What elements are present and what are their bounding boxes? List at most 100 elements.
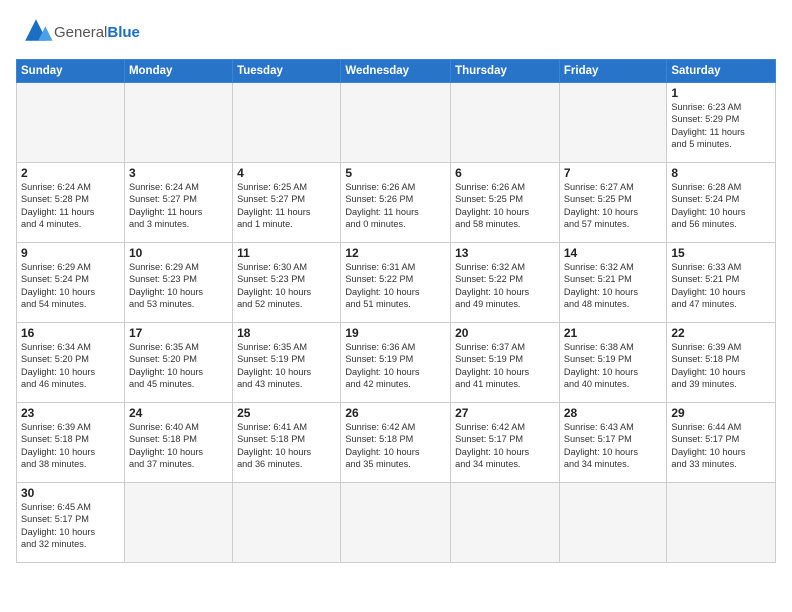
week-row-4: 16Sunrise: 6:34 AM Sunset: 5:20 PM Dayli… — [17, 323, 776, 403]
calendar-table: SundayMondayTuesdayWednesdayThursdayFrid… — [16, 59, 776, 563]
day-info: Sunrise: 6:42 AM Sunset: 5:18 PM Dayligh… — [345, 421, 446, 471]
day-number: 13 — [455, 246, 555, 260]
day-cell: 3Sunrise: 6:24 AM Sunset: 5:27 PM Daylig… — [124, 163, 232, 243]
day-cell — [341, 483, 451, 563]
day-number: 2 — [21, 166, 120, 180]
day-number: 7 — [564, 166, 662, 180]
day-cell: 27Sunrise: 6:42 AM Sunset: 5:17 PM Dayli… — [451, 403, 560, 483]
day-info: Sunrise: 6:44 AM Sunset: 5:17 PM Dayligh… — [671, 421, 771, 471]
day-info: Sunrise: 6:24 AM Sunset: 5:28 PM Dayligh… — [21, 181, 120, 231]
day-cell — [233, 483, 341, 563]
day-number: 20 — [455, 326, 555, 340]
day-cell: 14Sunrise: 6:32 AM Sunset: 5:21 PM Dayli… — [559, 243, 666, 323]
day-cell — [233, 83, 341, 163]
day-number: 14 — [564, 246, 662, 260]
day-cell: 28Sunrise: 6:43 AM Sunset: 5:17 PM Dayli… — [559, 403, 666, 483]
day-cell: 17Sunrise: 6:35 AM Sunset: 5:20 PM Dayli… — [124, 323, 232, 403]
week-row-3: 9Sunrise: 6:29 AM Sunset: 5:24 PM Daylig… — [17, 243, 776, 323]
day-info: Sunrise: 6:39 AM Sunset: 5:18 PM Dayligh… — [21, 421, 120, 471]
day-info: Sunrise: 6:29 AM Sunset: 5:24 PM Dayligh… — [21, 261, 120, 311]
day-cell: 9Sunrise: 6:29 AM Sunset: 5:24 PM Daylig… — [17, 243, 125, 323]
day-cell — [451, 483, 560, 563]
weekday-header-wednesday: Wednesday — [341, 60, 451, 83]
day-number: 22 — [671, 326, 771, 340]
day-info: Sunrise: 6:38 AM Sunset: 5:19 PM Dayligh… — [564, 341, 662, 391]
day-info: Sunrise: 6:43 AM Sunset: 5:17 PM Dayligh… — [564, 421, 662, 471]
day-cell — [124, 83, 232, 163]
day-info: Sunrise: 6:32 AM Sunset: 5:22 PM Dayligh… — [455, 261, 555, 311]
day-cell — [17, 83, 125, 163]
day-info: Sunrise: 6:34 AM Sunset: 5:20 PM Dayligh… — [21, 341, 120, 391]
weekday-header-thursday: Thursday — [451, 60, 560, 83]
day-cell: 10Sunrise: 6:29 AM Sunset: 5:23 PM Dayli… — [124, 243, 232, 323]
day-cell: 8Sunrise: 6:28 AM Sunset: 5:24 PM Daylig… — [667, 163, 776, 243]
day-cell: 29Sunrise: 6:44 AM Sunset: 5:17 PM Dayli… — [667, 403, 776, 483]
week-row-1: 1Sunrise: 6:23 AM Sunset: 5:29 PM Daylig… — [17, 83, 776, 163]
day-cell: 2Sunrise: 6:24 AM Sunset: 5:28 PM Daylig… — [17, 163, 125, 243]
day-number: 9 — [21, 246, 120, 260]
day-info: Sunrise: 6:32 AM Sunset: 5:21 PM Dayligh… — [564, 261, 662, 311]
day-info: Sunrise: 6:45 AM Sunset: 5:17 PM Dayligh… — [21, 501, 120, 551]
day-cell — [559, 83, 666, 163]
day-number: 10 — [129, 246, 228, 260]
day-info: Sunrise: 6:30 AM Sunset: 5:23 PM Dayligh… — [237, 261, 336, 311]
day-number: 5 — [345, 166, 446, 180]
day-cell: 20Sunrise: 6:37 AM Sunset: 5:19 PM Dayli… — [451, 323, 560, 403]
day-number: 27 — [455, 406, 555, 420]
day-cell: 11Sunrise: 6:30 AM Sunset: 5:23 PM Dayli… — [233, 243, 341, 323]
week-row-5: 23Sunrise: 6:39 AM Sunset: 5:18 PM Dayli… — [17, 403, 776, 483]
header: GeneralBlue — [16, 16, 776, 49]
day-cell: 22Sunrise: 6:39 AM Sunset: 5:18 PM Dayli… — [667, 323, 776, 403]
day-cell: 18Sunrise: 6:35 AM Sunset: 5:19 PM Dayli… — [233, 323, 341, 403]
day-cell: 30Sunrise: 6:45 AM Sunset: 5:17 PM Dayli… — [17, 483, 125, 563]
day-number: 17 — [129, 326, 228, 340]
day-cell: 15Sunrise: 6:33 AM Sunset: 5:21 PM Dayli… — [667, 243, 776, 323]
day-info: Sunrise: 6:29 AM Sunset: 5:23 PM Dayligh… — [129, 261, 228, 311]
day-info: Sunrise: 6:27 AM Sunset: 5:25 PM Dayligh… — [564, 181, 662, 231]
day-cell: 26Sunrise: 6:42 AM Sunset: 5:18 PM Dayli… — [341, 403, 451, 483]
day-number: 18 — [237, 326, 336, 340]
day-info: Sunrise: 6:36 AM Sunset: 5:19 PM Dayligh… — [345, 341, 446, 391]
day-info: Sunrise: 6:26 AM Sunset: 5:26 PM Dayligh… — [345, 181, 446, 231]
day-number: 6 — [455, 166, 555, 180]
day-number: 30 — [21, 486, 120, 500]
day-cell: 19Sunrise: 6:36 AM Sunset: 5:19 PM Dayli… — [341, 323, 451, 403]
day-number: 26 — [345, 406, 446, 420]
day-number: 1 — [671, 86, 771, 100]
day-cell — [559, 483, 666, 563]
week-row-6: 30Sunrise: 6:45 AM Sunset: 5:17 PM Dayli… — [17, 483, 776, 563]
day-cell — [667, 483, 776, 563]
logo-icon — [18, 16, 54, 44]
logo: GeneralBlue — [16, 16, 140, 49]
day-cell: 16Sunrise: 6:34 AM Sunset: 5:20 PM Dayli… — [17, 323, 125, 403]
page: GeneralBlue SundayMondayTuesdayWednesday… — [0, 0, 792, 571]
weekday-header-sunday: Sunday — [17, 60, 125, 83]
day-number: 28 — [564, 406, 662, 420]
day-info: Sunrise: 6:31 AM Sunset: 5:22 PM Dayligh… — [345, 261, 446, 311]
day-info: Sunrise: 6:26 AM Sunset: 5:25 PM Dayligh… — [455, 181, 555, 231]
day-cell: 12Sunrise: 6:31 AM Sunset: 5:22 PM Dayli… — [341, 243, 451, 323]
day-info: Sunrise: 6:33 AM Sunset: 5:21 PM Dayligh… — [671, 261, 771, 311]
day-info: Sunrise: 6:24 AM Sunset: 5:27 PM Dayligh… — [129, 181, 228, 231]
day-cell — [341, 83, 451, 163]
day-cell: 5Sunrise: 6:26 AM Sunset: 5:26 PM Daylig… — [341, 163, 451, 243]
day-cell — [451, 83, 560, 163]
weekday-header-row: SundayMondayTuesdayWednesdayThursdayFrid… — [17, 60, 776, 83]
day-number: 12 — [345, 246, 446, 260]
day-info: Sunrise: 6:35 AM Sunset: 5:19 PM Dayligh… — [237, 341, 336, 391]
day-cell: 25Sunrise: 6:41 AM Sunset: 5:18 PM Dayli… — [233, 403, 341, 483]
day-number: 8 — [671, 166, 771, 180]
day-info: Sunrise: 6:25 AM Sunset: 5:27 PM Dayligh… — [237, 181, 336, 231]
day-cell: 1Sunrise: 6:23 AM Sunset: 5:29 PM Daylig… — [667, 83, 776, 163]
day-number: 24 — [129, 406, 228, 420]
day-cell — [124, 483, 232, 563]
day-number: 25 — [237, 406, 336, 420]
day-number: 23 — [21, 406, 120, 420]
day-cell: 4Sunrise: 6:25 AM Sunset: 5:27 PM Daylig… — [233, 163, 341, 243]
day-number: 19 — [345, 326, 446, 340]
weekday-header-monday: Monday — [124, 60, 232, 83]
day-number: 21 — [564, 326, 662, 340]
day-info: Sunrise: 6:41 AM Sunset: 5:18 PM Dayligh… — [237, 421, 336, 471]
day-cell: 24Sunrise: 6:40 AM Sunset: 5:18 PM Dayli… — [124, 403, 232, 483]
weekday-header-tuesday: Tuesday — [233, 60, 341, 83]
